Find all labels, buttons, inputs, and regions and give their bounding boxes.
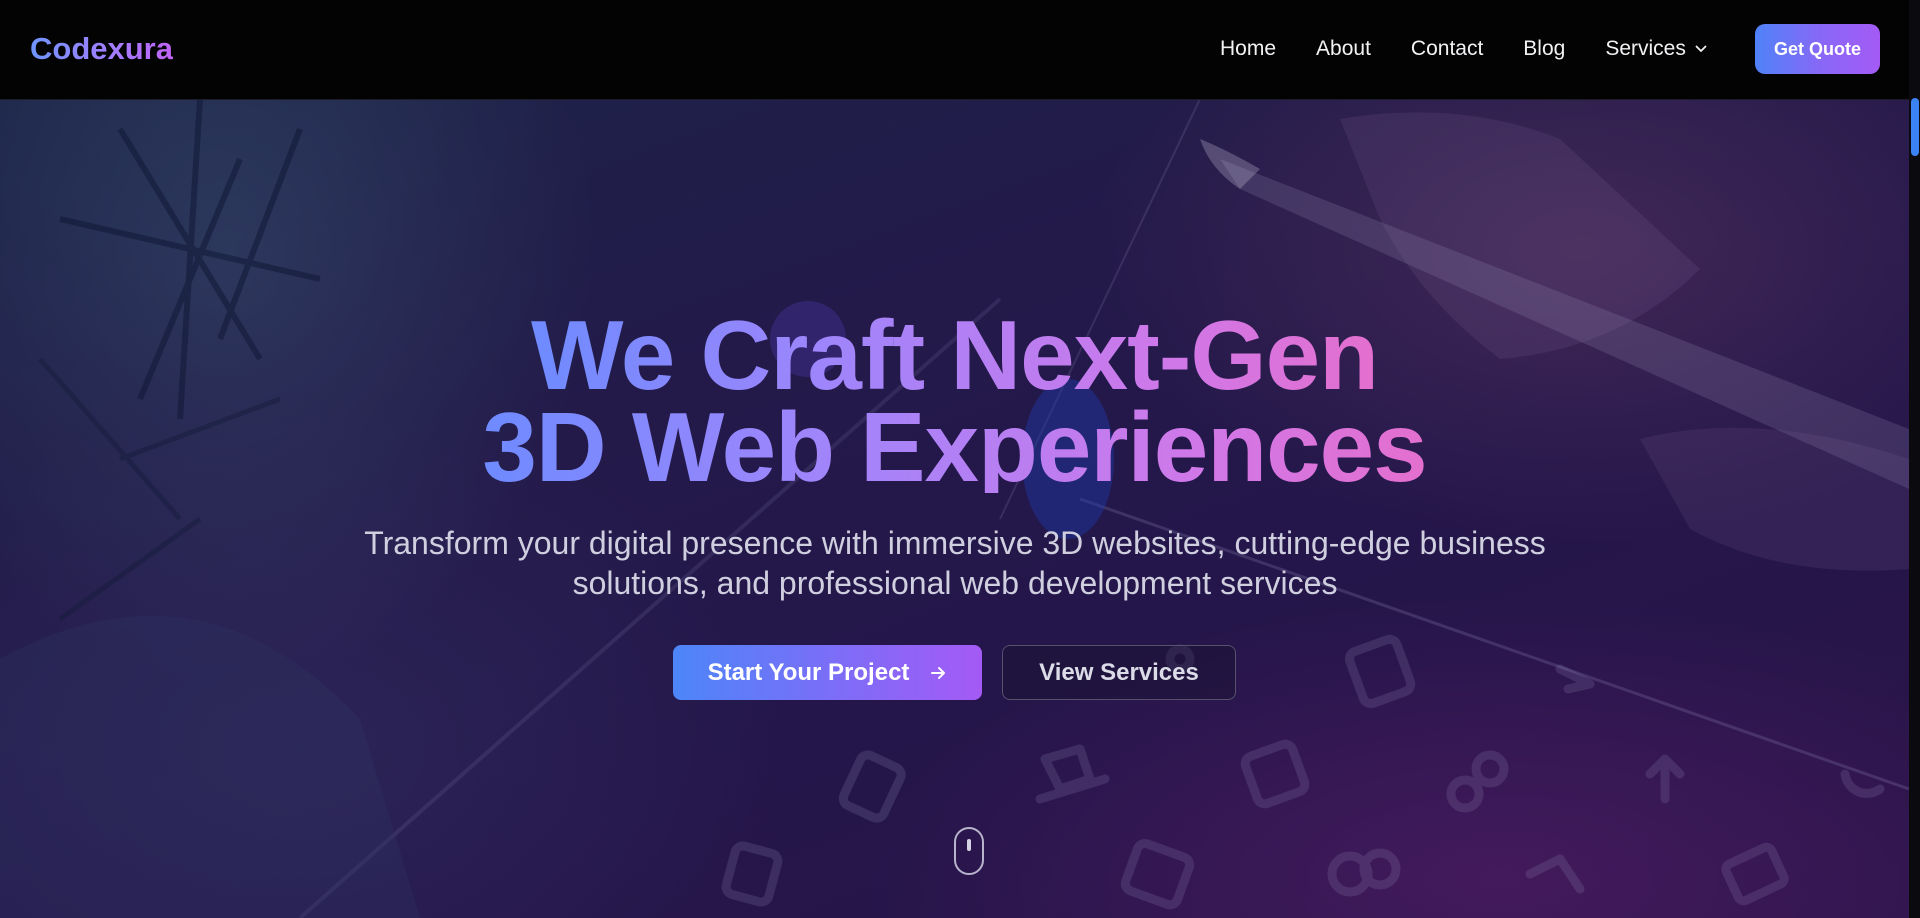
view-services-button[interactable]: View Services bbox=[1002, 645, 1236, 700]
hero-section: We Craft Next-Gen 3D Web Experiences Tra… bbox=[0, 99, 1909, 918]
chevron-down-icon bbox=[1695, 45, 1707, 52]
navbar: Codexura Home About Contact Blog Service… bbox=[0, 0, 1909, 100]
nav-link-about[interactable]: About bbox=[1316, 33, 1371, 65]
hero-title-line-2: 3D Web Experiences bbox=[482, 392, 1427, 502]
hero-title: We Craft Next-Gen 3D Web Experiences bbox=[0, 300, 1909, 502]
scroll-wheel-dot bbox=[967, 839, 971, 851]
brand-logo[interactable]: Codexura bbox=[30, 28, 173, 70]
hero-title-line-1: We Craft Next-Gen bbox=[530, 300, 1379, 410]
arrow-right-icon bbox=[931, 666, 946, 679]
nav-services-dropdown[interactable]: Services bbox=[1605, 33, 1708, 65]
page-scrollbar-thumb[interactable] bbox=[1911, 98, 1919, 156]
nav-services-label: Services bbox=[1605, 37, 1686, 60]
mouse-scroll-icon[interactable] bbox=[954, 827, 984, 875]
start-project-button[interactable]: Start Your Project bbox=[673, 645, 982, 700]
hero-subtitle-line-1: Transform your digital presence with imm… bbox=[364, 525, 1546, 561]
nav-links: Home About Contact Blog Services bbox=[1220, 33, 1748, 65]
start-project-label: Start Your Project bbox=[707, 658, 910, 686]
nav-link-contact[interactable]: Contact bbox=[1411, 33, 1483, 65]
nav-link-blog[interactable]: Blog bbox=[1523, 33, 1565, 65]
hero-subtitle-line-2: solutions, and professional web developm… bbox=[572, 565, 1338, 601]
nav-link-home[interactable]: Home bbox=[1220, 33, 1276, 65]
get-quote-button[interactable]: Get Quote bbox=[1755, 24, 1880, 74]
hero-background-art bbox=[0, 99, 1909, 918]
hero-subtitle: Transform your digital presence with imm… bbox=[340, 523, 1570, 603]
